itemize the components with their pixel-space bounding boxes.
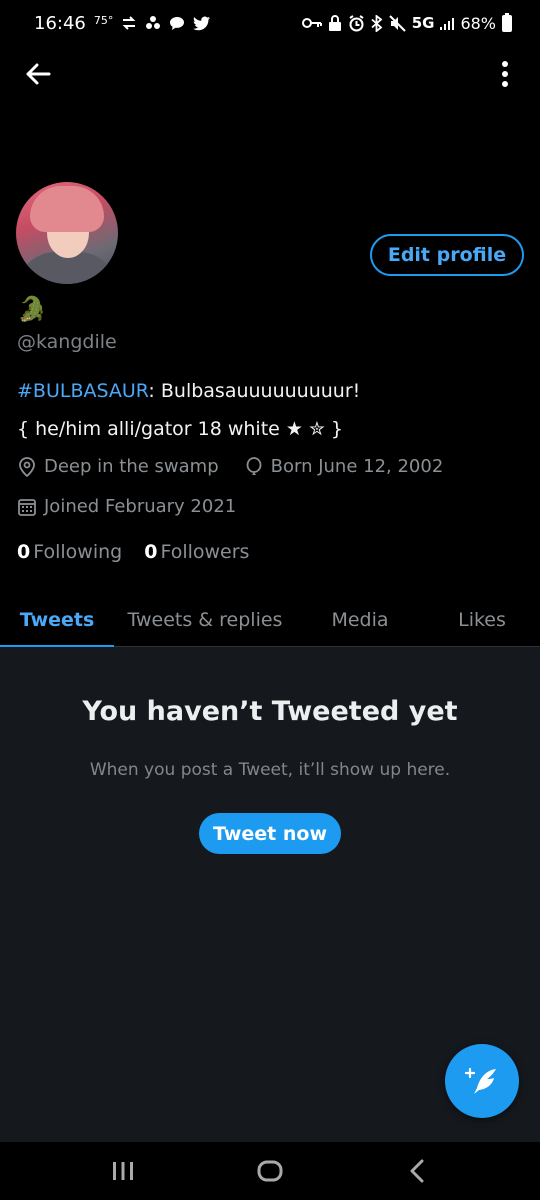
bio-line-2: { he/him alli/gator 18 white ★ ✮ }	[17, 418, 344, 440]
empty-state-title: You haven’t Tweeted yet	[82, 696, 458, 727]
avatar-hair-shape	[30, 186, 104, 232]
lock-icon	[328, 14, 341, 31]
tab-likes[interactable]: Likes	[424, 592, 540, 647]
alarm-icon	[349, 14, 364, 31]
mute-icon	[388, 14, 406, 32]
signal-icon	[440, 18, 455, 30]
display-name: 🐊	[17, 295, 47, 323]
following-count: 0	[17, 541, 31, 563]
empty-state-subtitle: When you post a Tweet, it’ll show up her…	[89, 760, 451, 780]
status-bar: 16:46 75° 5G 68%	[0, 0, 540, 46]
compose-feather-icon	[464, 1067, 496, 1094]
tab-tweets-replies[interactable]: Tweets & replies	[114, 592, 296, 647]
battery-percent: 68%	[460, 13, 496, 33]
status-left: 16:46 75°	[34, 13, 211, 34]
profile-bio: #BULBASAUR: Bulbasauuuuuuuuur! { he/him …	[17, 372, 517, 448]
calendar-icon	[18, 498, 36, 516]
bio-hashtag-link[interactable]: #BULBASAUR	[17, 380, 148, 402]
more-options-button[interactable]	[490, 58, 520, 90]
recents-icon	[113, 1162, 134, 1180]
balloon-icon	[246, 456, 262, 475]
edit-profile-button[interactable]: Edit profile	[370, 234, 524, 276]
tweet-now-button[interactable]: Tweet now	[199, 813, 341, 854]
back-button[interactable]	[20, 58, 56, 90]
bio-line-1: #BULBASAUR: Bulbasauuuuuuuuur!	[17, 372, 517, 410]
profile-location: Deep in the swamp	[44, 456, 219, 477]
profile-joined-row: Joined February 2021	[18, 496, 236, 517]
avatar[interactable]	[16, 182, 118, 284]
arrow-left-icon	[26, 63, 51, 85]
profile-topbar	[0, 48, 540, 100]
nav-back-icon	[410, 1159, 424, 1183]
followers-count: 0	[144, 541, 158, 563]
network-type: 5G	[411, 14, 435, 32]
followers-link[interactable]: 0 Followers	[144, 541, 249, 563]
profile-handle: @kangdile	[17, 331, 117, 353]
follow-counts: 0 Following 0 Followers	[17, 541, 249, 563]
twitter-bird-icon	[193, 16, 211, 30]
profile-tabs: Tweets Tweets & replies Media Likes	[0, 592, 540, 648]
system-navigation-bar	[0, 1142, 540, 1200]
nav-back-button[interactable]	[387, 1147, 447, 1195]
more-vertical-icon	[502, 61, 508, 87]
following-link[interactable]: 0 Following	[17, 541, 122, 563]
bio-text: : Bulbasauuuuuuuuur!	[148, 380, 361, 402]
map-pin-icon	[19, 456, 35, 477]
sync-icon	[122, 16, 136, 30]
profile-meta-row: Deep in the swamp Born June 12, 2002	[18, 456, 443, 477]
tab-tweets[interactable]: Tweets	[0, 592, 114, 648]
following-label: Following	[33, 541, 123, 563]
status-time: 16:46	[34, 12, 86, 34]
status-right: 5G 68%	[301, 12, 512, 33]
fan-icon	[146, 16, 161, 29]
tab-media[interactable]: Media	[296, 592, 424, 647]
status-temperature: 75°	[93, 13, 114, 27]
bluetooth-icon	[371, 14, 383, 32]
profile-birthday: Born June 12, 2002	[270, 456, 444, 477]
recents-button[interactable]	[93, 1147, 153, 1195]
key-icon	[301, 18, 322, 28]
home-icon	[257, 1160, 283, 1182]
home-button[interactable]	[240, 1147, 300, 1195]
compose-tweet-button[interactable]	[445, 1044, 519, 1118]
profile-joined: Joined February 2021	[44, 496, 237, 517]
chat-icon	[170, 16, 185, 30]
followers-label: Followers	[160, 541, 250, 563]
battery-icon	[502, 12, 512, 32]
